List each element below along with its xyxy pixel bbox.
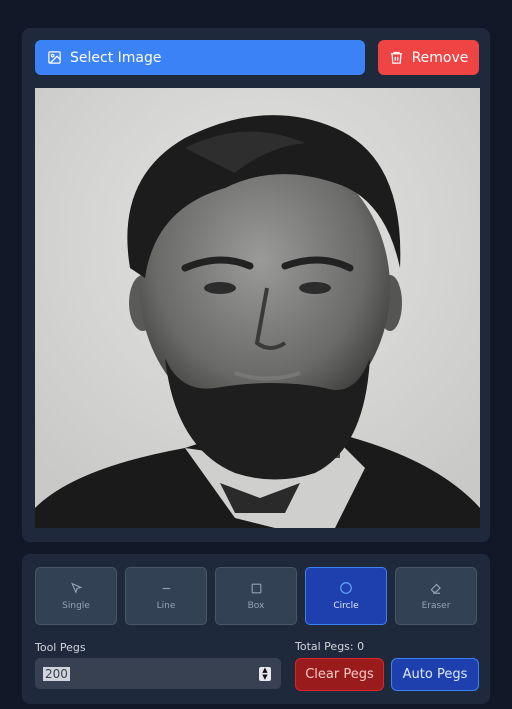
tool-eraser[interactable]: Eraser: [395, 567, 477, 625]
tool-pegs-value: 200: [43, 666, 70, 681]
tool-eraser-label: Eraser: [421, 601, 451, 611]
image-panel: Select Image Remove: [22, 28, 490, 542]
circle-icon: [340, 582, 352, 594]
portrait-canvas[interactable]: [35, 88, 480, 528]
tool-box[interactable]: Box: [215, 567, 297, 625]
remove-label: Remove: [411, 49, 469, 66]
tool-circle[interactable]: Circle: [305, 567, 387, 625]
eraser-icon: [430, 583, 441, 594]
clear-pegs-button[interactable]: Clear Pegs: [295, 658, 384, 691]
line-icon: [162, 587, 170, 589]
select-image-button[interactable]: Select Image: [35, 40, 365, 75]
auto-pegs-button[interactable]: Auto Pegs: [391, 658, 479, 691]
tool-box-label: Box: [247, 600, 265, 611]
image-icon: [48, 51, 61, 64]
total-pegs-label: Total Pegs: 0: [295, 640, 365, 653]
tool-single[interactable]: Single: [35, 567, 117, 625]
auto-pegs-label: Auto Pegs: [402, 667, 468, 682]
tool-line[interactable]: Line: [125, 567, 207, 625]
remove-button[interactable]: Remove: [378, 40, 479, 75]
tool-line-label: Line: [156, 600, 176, 611]
tool-pegs-label: Tool Pegs: [35, 641, 86, 654]
clear-pegs-label: Clear Pegs: [305, 667, 374, 682]
tool-circle-label: Circle: [333, 601, 359, 611]
pegs-stepper[interactable]: ▲ ▼: [259, 667, 271, 681]
tool-pegs-input[interactable]: 200: [35, 658, 281, 689]
tools-panel: Single Line Box Circle Eraser Tool Pegs …: [22, 554, 490, 704]
square-icon: [251, 583, 261, 593]
cursor-arrow-icon: [70, 582, 82, 594]
tool-single-label: Single: [62, 600, 90, 611]
portrait-image: [35, 88, 480, 528]
select-image-label: Select Image: [70, 49, 162, 66]
trash-icon: [390, 51, 402, 64]
